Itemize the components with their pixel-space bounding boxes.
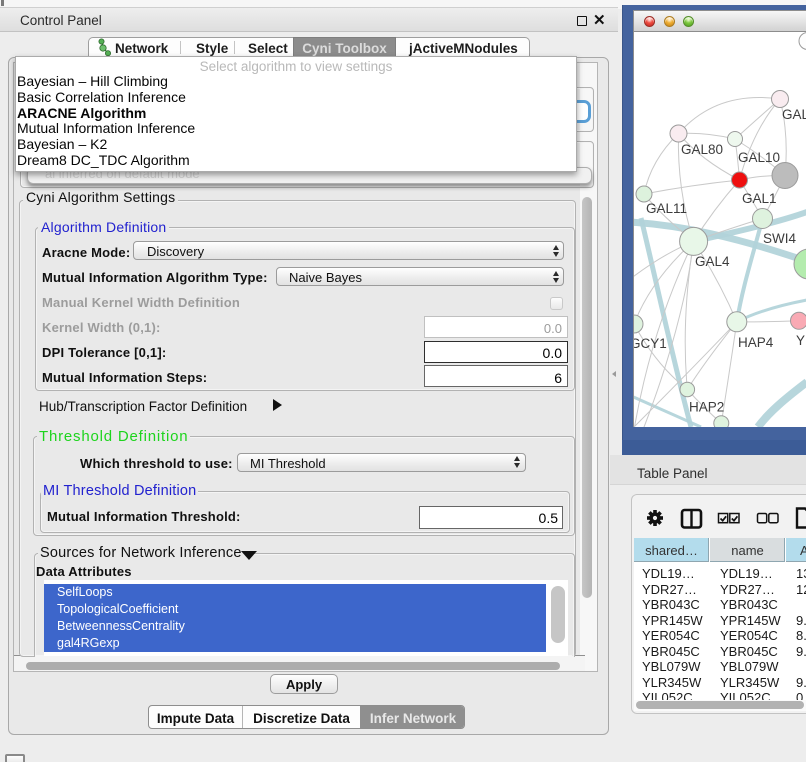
svg-text:GAL1: GAL1: [742, 191, 777, 206]
svg-text:GCY1: GCY1: [634, 336, 667, 351]
svg-text:Y: Y: [796, 333, 805, 348]
svg-text:GAL: GAL: [782, 107, 806, 122]
svg-text:GAL80: GAL80: [681, 142, 723, 157]
svg-text:HAP4: HAP4: [738, 335, 774, 350]
svg-text:SWI4: SWI4: [763, 231, 796, 246]
svg-text:GAL4: GAL4: [695, 254, 730, 269]
svg-text:GAL10: GAL10: [738, 150, 780, 165]
svg-text:GAL11: GAL11: [646, 201, 687, 216]
svg-text:HAP2: HAP2: [689, 400, 724, 415]
